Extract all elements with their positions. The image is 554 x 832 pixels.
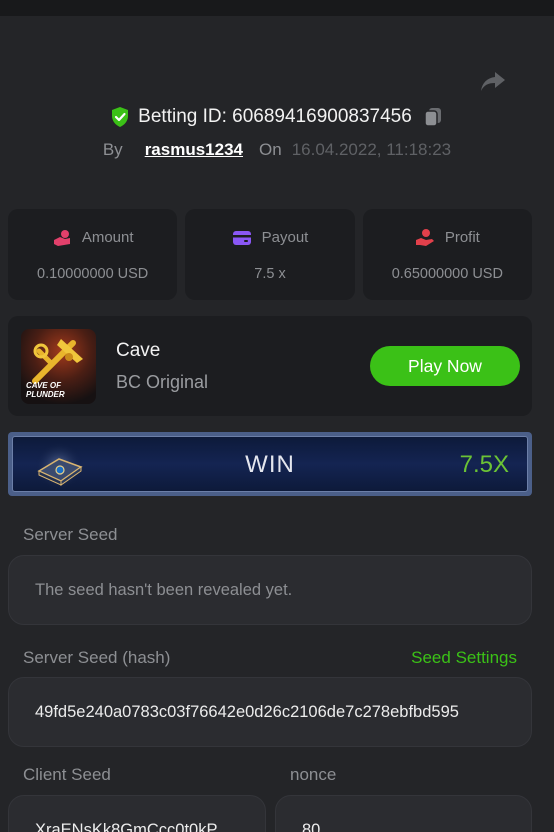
betting-id: Betting ID: 60689416900837456 [138,106,412,127]
result-banner: WIN 7.5X [8,432,532,496]
hand-coin-icon [415,228,434,246]
on-label: On [259,140,282,159]
game-thumbnail[interactable]: CAVE OF PLUNDER [21,329,96,404]
bet-stats: Amount 0.10000000 USD Payout 7.5 x Profi… [8,209,532,300]
stat-profit: Profit 0.65000000 USD [362,209,532,300]
share-icon[interactable] [478,66,508,96]
result-text: WIN [245,451,295,478]
stat-value: 7.5 x [254,265,286,282]
stat-label: Amount [81,229,134,246]
client-seed-label: Client Seed [23,765,111,784]
server-seed-hash-value: 49fd5e240a0783c03f76642e0d26c2106de7c278… [35,702,459,721]
top-bar [0,0,554,16]
betting-id-row: Betting ID: 60689416900837456 [0,106,554,128]
svg-text:CAVE OF: CAVE OF [26,381,62,390]
stat-value: 0.10000000 USD [37,265,149,282]
server-seed-hash-label: Server Seed (hash) [23,648,171,667]
stat-label: Payout [261,229,309,246]
wallet-icon [232,230,251,245]
coins-icon [53,229,70,246]
bettor-info: By rasmus1234 On 16.04.2022, 11:18:23 [0,140,554,160]
verified-shield-icon [112,107,129,127]
stat-payout: Payout 7.5 x [185,209,355,300]
bet-datetime: 16.04.2022, 11:18:23 [291,140,452,159]
seed-settings-link[interactable]: Seed Settings [411,648,517,668]
play-now-button[interactable]: Play Now [370,346,520,386]
client-seed-value: XraENsKk8GmCcc0t0kP [35,820,218,832]
stat-amount: Amount 0.10000000 USD [8,209,178,300]
copy-icon[interactable] [422,106,444,128]
server-seed-label: Server Seed [23,525,118,544]
nonce-label: nonce [290,765,337,784]
stat-value: 0.65000000 USD [391,265,503,282]
game-provider: BC Original [116,372,209,392]
username-link[interactable]: rasmus1234 [145,140,243,160]
cave-of-plunder-logo: CAVE OF PLUNDER [21,329,96,404]
server-seed-field[interactable]: The seed hasn't been revealed yet. [8,555,532,625]
nonce-field[interactable]: 80 [275,795,532,832]
stat-label: Profit [444,229,480,246]
game-name: Cave [116,340,161,361]
client-seed-field[interactable]: XraENsKk8GmCcc0t0kP [8,795,266,832]
result-multiplier: 7.5X [459,451,509,478]
server-seed-hash-field[interactable]: 49fd5e240a0783c03f76642e0d26c2106de7c278… [8,677,532,747]
svg-text:PLUNDER: PLUNDER [26,390,65,399]
by-label: By [102,140,123,159]
game-card: CAVE OF PLUNDER Cave BC Original Play No… [8,316,532,416]
